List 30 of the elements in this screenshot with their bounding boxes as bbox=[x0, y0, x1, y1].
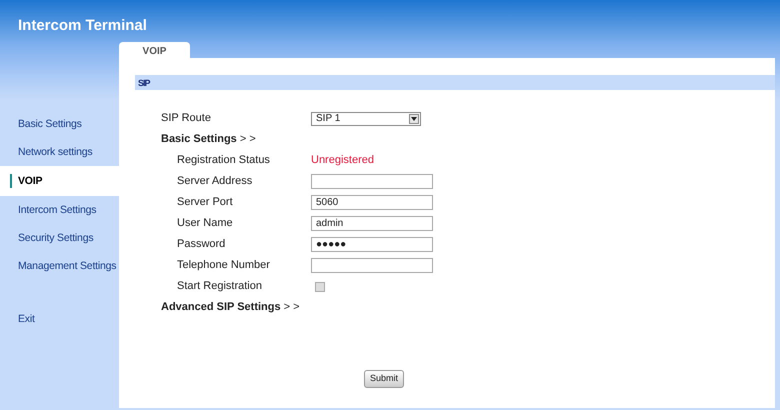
sidebar-item[interactable]: Network settings bbox=[0, 138, 119, 166]
section-link[interactable]: Advanced SIP Settings > > bbox=[161, 299, 300, 316]
sidebar-item[interactable]: Intercom Settings bbox=[0, 196, 119, 224]
app-title: Intercom Terminal bbox=[18, 17, 147, 34]
field-label: Server Address bbox=[176, 174, 254, 190]
input-field[interactable]: 5060 bbox=[311, 195, 433, 210]
section-header: SIP bbox=[135, 75, 775, 90]
tab[interactable]: VOIP bbox=[119, 42, 190, 59]
input-field[interactable] bbox=[311, 258, 433, 273]
field-label: User Name bbox=[176, 216, 234, 232]
input-field[interactable]: ●●●●● bbox=[311, 237, 433, 252]
field-label: Telephone Number bbox=[176, 258, 271, 274]
route-select[interactable]: SIP 1 bbox=[311, 112, 421, 126]
section-link[interactable]: Basic Settings > > bbox=[161, 131, 256, 148]
field-label: Registration Status bbox=[176, 153, 271, 168]
field-label: Start Registration bbox=[176, 279, 263, 294]
input-field[interactable] bbox=[311, 174, 433, 189]
input-field[interactable]: admin bbox=[311, 216, 433, 231]
submit-button[interactable]: Submit bbox=[364, 370, 404, 388]
sidebar-item[interactable]: Security Settings bbox=[0, 224, 119, 252]
field-label: Server Port bbox=[176, 195, 234, 210]
sidebar-item[interactable]: VOIP bbox=[0, 166, 119, 196]
sidebar-item[interactable]: Management Settings bbox=[0, 252, 119, 280]
field-label: Password bbox=[176, 237, 226, 252]
sidebar-item[interactable]: Basic Settings bbox=[0, 110, 119, 138]
status-text: Unregistered bbox=[311, 153, 374, 168]
sidebar-item[interactable]: Exit bbox=[0, 305, 119, 333]
field-label: SIP Route bbox=[161, 111, 212, 126]
checkbox[interactable] bbox=[315, 282, 325, 292]
caret-icon bbox=[411, 116, 417, 120]
